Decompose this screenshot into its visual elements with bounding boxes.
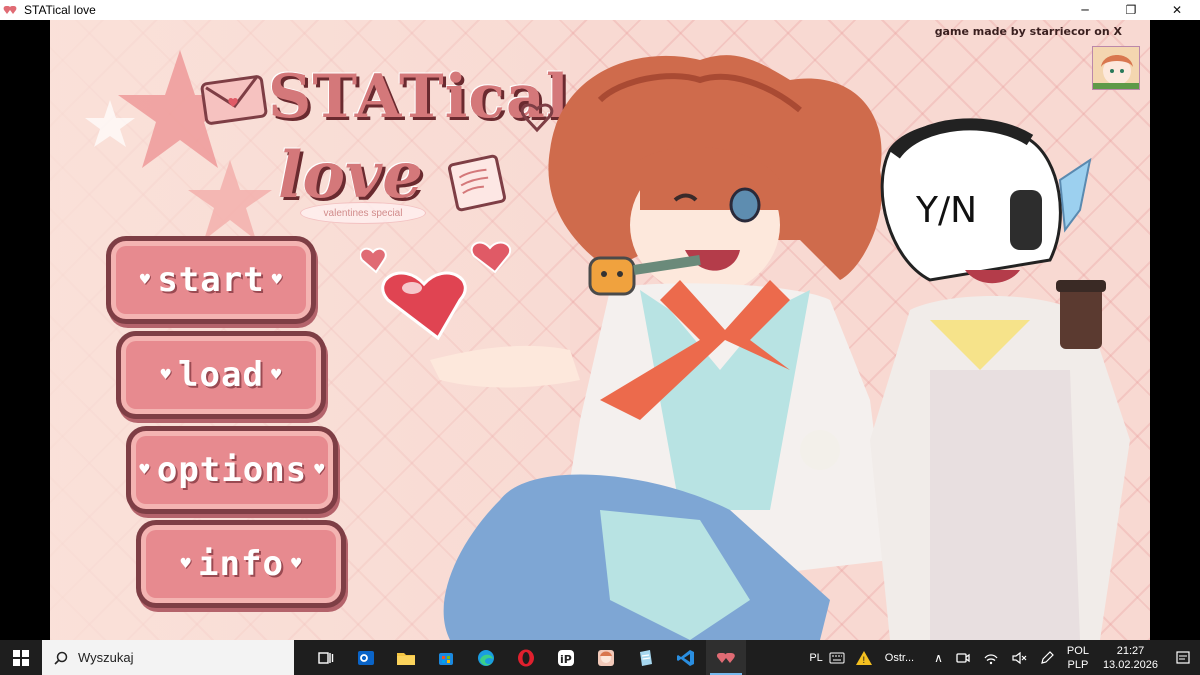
input-language[interactable]: POL PLP [1067,644,1089,672]
minimize-button[interactable]: ─ [1062,0,1108,20]
heart-icon: ♥ [138,272,152,288]
window-title: STATical love [24,3,96,17]
heart-icon: ♥ [313,462,326,478]
opera-icon[interactable] [506,640,546,675]
search-placeholder: Wyszukaj [78,650,134,665]
close-button[interactable]: ✕ [1154,0,1200,20]
info-button-label: info [198,544,284,584]
notification-text[interactable]: Ostr... [885,652,914,664]
volume-muted-icon[interactable] [1011,651,1027,665]
edge-icon[interactable] [466,640,506,675]
file-explorer-icon[interactable] [386,640,426,675]
character-face-label: Y/N [916,190,978,231]
maximize-button[interactable]: ❐ [1108,0,1154,20]
heart-icon: ♥ [289,556,303,572]
character-app-icon[interactable] [586,640,626,675]
heart-icon: ♥ [270,272,284,288]
wifi-icon[interactable] [983,651,999,665]
game-canvas[interactable]: STATical love valentines special Y/N gam… [50,20,1150,640]
heart-icon: ♥ [269,367,283,383]
taskbar: Wyszukaj iP PL ! Ostr... ∧ POL PLP 21:27… [0,640,1200,675]
pen-icon[interactable] [1039,650,1055,666]
task-view-icon[interactable] [306,640,346,675]
load-button-label: load [178,355,264,395]
ibis-paint-icon[interactable]: iP [546,640,586,675]
heart-icon: ♥ [138,462,151,478]
app-heart-icon [3,4,19,16]
warning-icon[interactable]: ! [855,650,873,666]
creator-avatar [1092,46,1140,90]
statical-love-icon[interactable] [706,640,746,675]
svg-text:!: ! [862,656,866,666]
notes-app-icon[interactable] [626,640,666,675]
heart-icon: ♥ [159,367,173,383]
info-button[interactable]: ♥ info ♥ [136,520,346,608]
options-button[interactable]: ♥ options ♥ [126,426,338,514]
store-icon[interactable] [426,640,466,675]
taskbar-search-box[interactable]: Wyszukaj [42,640,294,675]
window-title-bar[interactable]: STATical love ─ ❐ ✕ [0,0,1200,20]
load-button[interactable]: ♥ load ♥ [116,331,326,419]
system-tray: PL ! Ostr... ∧ POL PLP 21:27 13.02.2026 [803,640,1200,675]
clock-time: 21:27 [1116,644,1145,657]
chevron-up-icon[interactable]: ∧ [934,651,943,665]
search-icon [54,651,68,665]
heart-icon: ♥ [179,556,193,572]
svg-text:iP: iP [560,653,572,666]
start-button-label: start [157,260,265,300]
start-button[interactable]: ♥ start ♥ [106,236,316,324]
keyboard-icon[interactable] [829,652,845,664]
credit-text: game made by starriecor on X [934,25,1122,38]
options-button-label: options [156,450,308,490]
keyboard-layout[interactable]: PL [809,652,822,664]
outlook-icon[interactable] [346,640,386,675]
windows-logo-icon [13,649,29,666]
game-viewport[interactable]: STATical love valentines special Y/N gam… [0,20,1200,640]
meet-now-icon[interactable] [955,651,971,665]
notifications-icon[interactable] [1174,649,1192,667]
vscode-icon[interactable] [666,640,706,675]
clock-date: 13.02.2026 [1102,658,1158,671]
language-bottom: PLP [1067,658,1089,671]
windows-start-button[interactable] [0,640,42,675]
language-top: POL [1066,644,1089,657]
characters-illustration [430,55,1130,640]
envelope-icon [200,75,268,125]
clock[interactable]: 21:27 13.02.2026 [1103,644,1158,672]
